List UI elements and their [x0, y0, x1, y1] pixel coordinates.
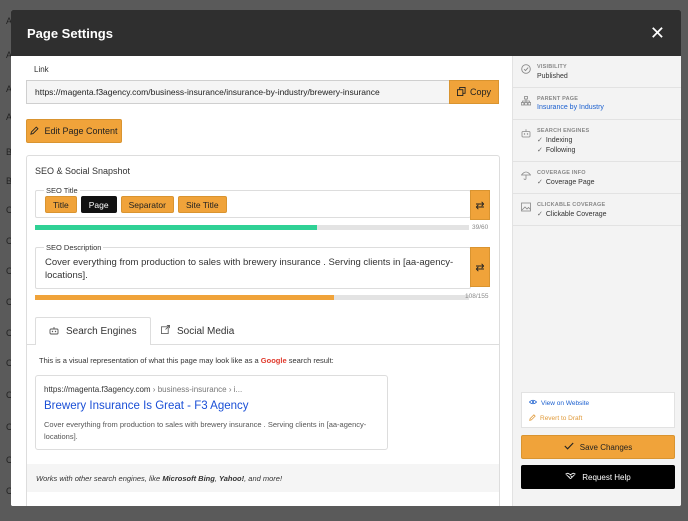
seo-description-field[interactable]: SEO Description Cover everything from pr…	[35, 243, 471, 289]
edit-page-content-label: Edit Page Content	[44, 126, 118, 136]
request-help-button[interactable]: Request Help	[521, 465, 675, 489]
seo-description-text: Cover everything from production to sale…	[45, 257, 454, 281]
search-preview-area: This is a visual representation of what …	[27, 345, 499, 464]
copy-label: Copy	[469, 87, 491, 97]
search-result-description: Cover everything from production to sale…	[44, 420, 367, 441]
seo-title-field[interactable]: SEO Title Title Page Separator Site Titl…	[35, 186, 471, 218]
seo-description-progress	[35, 295, 469, 300]
copy-button[interactable]: Copy	[449, 80, 499, 104]
seo-heading: SEO & Social Snapshot	[35, 166, 131, 176]
seo-title-chips: Title Page Separator Site Title	[45, 196, 227, 213]
link-field[interactable]: https://magenta.f3agency.com/business-in…	[26, 80, 450, 104]
swap-arrows-icon: ⇄	[475, 199, 485, 212]
search-engines-following: ✓ Following	[537, 147, 576, 154]
search-engines-note: Works with other search engines, like Mi…	[27, 464, 499, 492]
sidebar-clickable-coverage[interactable]: CLICKABLE COVERAGE ✓ Clickable Coverage	[513, 194, 681, 226]
tab-search-engines-label: Search Engines	[66, 326, 137, 337]
image-icon	[521, 202, 532, 213]
seo-description-count: 108/155	[465, 293, 489, 300]
chip-title[interactable]: Title	[45, 196, 77, 213]
main-panel: Link https://magenta.f3agency.com/busine…	[11, 56, 512, 506]
view-on-website-link[interactable]: View on Website	[528, 399, 590, 407]
check-circle-icon	[521, 64, 532, 75]
robot-icon	[49, 326, 59, 338]
seo-title-label: SEO Title	[44, 186, 80, 195]
preview-tabs: Search Engines Social Media	[27, 317, 499, 346]
save-changes-label: Save Changes	[579, 442, 633, 452]
modal-header: Page Settings ✕	[11, 10, 681, 56]
sidebar-search-engines[interactable]: SEARCH ENGINES ✓ Indexing ✓ Following	[513, 120, 681, 162]
tab-social-media[interactable]: Social Media	[148, 317, 247, 345]
pencil-icon	[30, 125, 40, 137]
seo-description-progress-fill	[35, 295, 335, 300]
sidebar-parent-page: PARENT PAGE Insurance by Industry	[513, 88, 681, 120]
seo-social-snapshot-panel: SEO & Social Snapshot SEO Title Title Pa…	[26, 155, 500, 506]
seo-description-label: SEO Description	[44, 243, 104, 252]
search-engines-label: SEARCH ENGINES	[537, 128, 590, 134]
clickable-coverage-label: CLICKABLE COVERAGE	[537, 202, 606, 208]
sidebar-panel: VISIBILITY Published PARENT PAGE Insuran…	[512, 56, 681, 506]
coverage-info-label: COVERAGE INFO	[537, 170, 586, 176]
seo-title-progress	[35, 225, 469, 230]
request-help-label: Request Help	[582, 472, 631, 482]
chip-separator[interactable]: Separator	[120, 196, 174, 213]
check-icon: ✓	[537, 211, 543, 218]
robot-icon	[521, 128, 532, 139]
page-actions-box: View on Website Revert to Draft	[521, 392, 675, 428]
google-word: Google	[260, 356, 287, 365]
parent-page-link[interactable]: Insurance by Industry	[537, 104, 604, 111]
swap-arrows-icon: ⇄	[475, 261, 485, 274]
revert-to-draft-label: Revert to Draft	[540, 415, 583, 422]
pencil-icon	[529, 414, 536, 423]
edit-page-content-button[interactable]: Edit Page Content	[26, 119, 122, 143]
search-result-card: https://magenta.f3agency.com › business-…	[35, 375, 388, 450]
tab-search-engines[interactable]: Search Engines	[35, 317, 151, 346]
chip-page[interactable]: Page	[80, 196, 117, 213]
sidebar-visibility[interactable]: VISIBILITY Published	[513, 56, 681, 88]
link-label: Link	[34, 65, 49, 74]
coverage-info-value: ✓ Coverage Page	[537, 179, 595, 186]
tab-social-media-label: Social Media	[177, 325, 235, 337]
handshake-icon	[565, 472, 576, 482]
save-changes-button[interactable]: Save Changes	[521, 435, 675, 459]
check-icon: ✓	[537, 179, 543, 186]
view-on-website-label: View on Website	[541, 399, 590, 407]
page-settings-modal: Page Settings ✕ Link https://magenta.f3a…	[11, 10, 681, 506]
visibility-value: Published	[537, 73, 568, 80]
sidebar-coverage-info[interactable]: COVERAGE INFO ✓ Coverage Page	[513, 162, 681, 194]
sitemap-icon	[520, 96, 532, 107]
seo-title-count: 39/60	[472, 224, 489, 231]
preview-intro-text: This is a visual representation of what …	[39, 356, 334, 365]
close-icon[interactable]: ✕	[650, 24, 665, 42]
modal-title: Page Settings	[27, 25, 113, 41]
parent-page-label: PARENT PAGE	[537, 96, 579, 102]
seo-title-progress-fill	[35, 225, 318, 230]
seo-title-swap-button[interactable]: ⇄	[470, 190, 490, 220]
search-result-title: Brewery Insurance Is Great - F3 Agency	[44, 400, 249, 412]
share-icon	[161, 325, 170, 337]
check-icon: ✓	[537, 137, 543, 144]
search-engines-indexing: ✓ Indexing	[537, 137, 573, 144]
eye-icon	[528, 399, 538, 407]
copy-icon	[456, 86, 466, 98]
clickable-coverage-value: ✓ Clickable Coverage	[537, 211, 607, 218]
search-result-url: https://magenta.f3agency.com › business-…	[44, 385, 243, 394]
umbrella-icon	[520, 170, 532, 181]
checkmark-icon	[564, 442, 574, 452]
revert-to-draft-link[interactable]: Revert to Draft	[529, 414, 582, 423]
check-icon: ✓	[537, 147, 543, 154]
visibility-label: VISIBILITY	[537, 64, 567, 70]
seo-description-swap-button[interactable]: ⇄	[470, 247, 490, 287]
chip-site-title[interactable]: Site Title	[177, 196, 227, 213]
